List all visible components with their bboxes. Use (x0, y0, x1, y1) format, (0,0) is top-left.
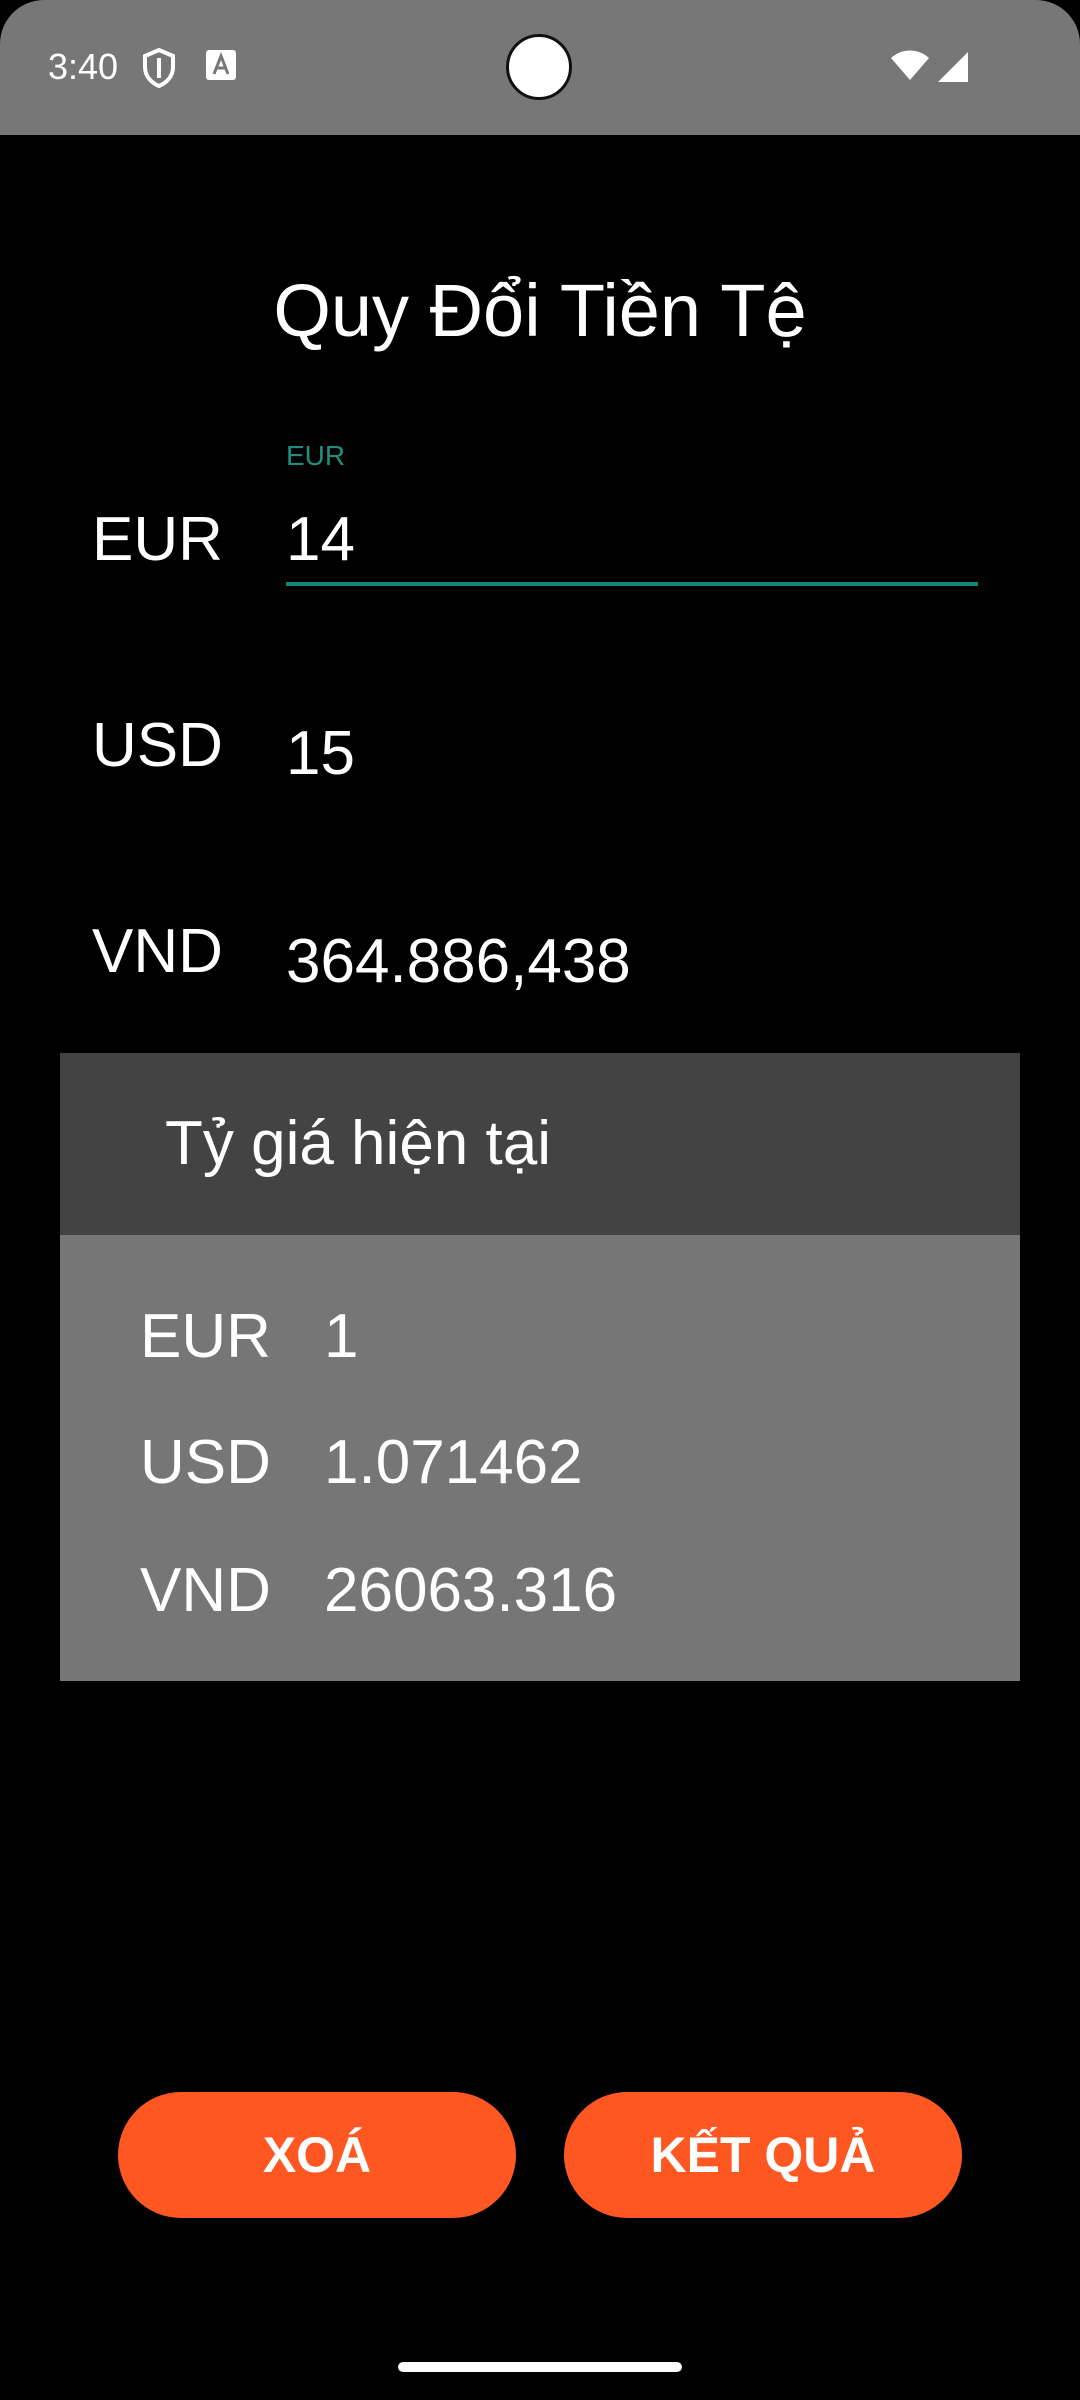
vnd-label: VND (92, 917, 223, 986)
wifi-icon (890, 50, 930, 87)
status-time: 3:40 (48, 46, 119, 87)
home-indicator[interactable] (398, 2362, 682, 2372)
result-button[interactable]: KẾT QUẢ (564, 2092, 962, 2218)
rate-code-eur: EUR (140, 1302, 271, 1371)
shield-icon (142, 47, 176, 93)
rate-code-usd: USD (140, 1428, 271, 1497)
eur-input[interactable] (286, 496, 978, 586)
vnd-value: 364.886,438 (286, 927, 631, 996)
app-screen: 3:40 Quy Đổi Tiền Tệ EUR EUR 14 USD 15 V… (0, 0, 1080, 2400)
rates-title: Tỷ giá hiện tại (165, 1109, 551, 1178)
usd-label: USD (92, 711, 223, 780)
status-bar: 3:40 (0, 0, 1080, 135)
usd-value: 15 (286, 719, 355, 788)
rate-value-eur: 1 (324, 1302, 359, 1371)
camera-cutout (506, 34, 572, 100)
page-title: Quy Đổi Tiền Tệ (273, 269, 807, 352)
eur-label: EUR (92, 505, 223, 574)
eur-input-hint: EUR (286, 440, 346, 471)
rate-code-vnd: VND (140, 1556, 271, 1625)
signal-icon (936, 50, 970, 89)
rate-value-vnd: 26063.316 (324, 1556, 618, 1625)
rate-value-usd: 1.071462 (324, 1428, 583, 1497)
a-icon (204, 48, 238, 87)
rates-panel: EUR 1 USD 1.071462 VND 26063.316 (60, 1235, 1020, 1681)
clear-button[interactable]: XOÁ (118, 2092, 516, 2218)
rates-header: Tỷ giá hiện tại (60, 1053, 1020, 1235)
